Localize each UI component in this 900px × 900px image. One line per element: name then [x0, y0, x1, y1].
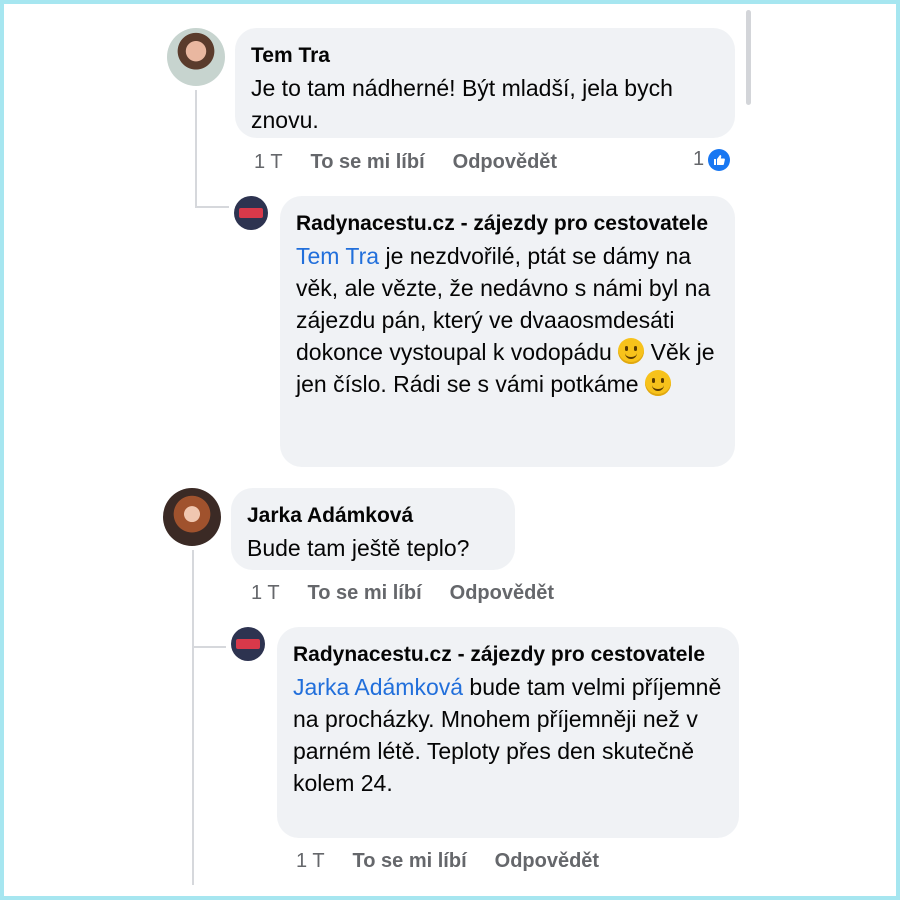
reaction-summary[interactable]: 1 [693, 148, 731, 171]
brand-logo [236, 639, 260, 649]
like-button[interactable]: To se mi líbí [308, 582, 422, 605]
comment-actions: 1 T To se mi líbí Odpovědět [296, 850, 599, 873]
comment-bubble: Tem Tra Je to tam nádherné! Být mladší, … [235, 28, 735, 138]
comment-author[interactable]: Tem Tra [251, 40, 719, 72]
comment-text: Je to tam nádherné! Být mladší, jela byc… [251, 75, 673, 133]
smile-emoji-icon [618, 338, 645, 364]
like-icon [708, 148, 731, 171]
mention-link[interactable]: Tem Tra [296, 243, 379, 269]
comment-time[interactable]: 1 T [296, 850, 325, 873]
thread-line [195, 206, 229, 208]
comment-actions: 1 T To se mi líbí Odpovědět [251, 582, 554, 605]
reply-button[interactable]: Odpovědět [453, 151, 557, 174]
thread-line [195, 90, 197, 208]
comment-bubble: Radynacestu.cz - zájezdy pro cestovatele… [280, 196, 735, 467]
mention-link[interactable]: Jarka Adámková [293, 674, 463, 700]
comment-author[interactable]: Jarka Adámková [247, 500, 499, 532]
comment-bubble: Jarka Adámková Bude tam ještě teplo? [231, 488, 515, 570]
avatar[interactable] [163, 488, 221, 546]
thread-line [192, 646, 226, 648]
comment-bubble: Radynacestu.cz - zájezdy pro cestovatele… [277, 627, 739, 838]
smile-emoji-icon [644, 370, 671, 396]
reaction-count: 1 [693, 148, 705, 170]
comment-author[interactable]: Radynacestu.cz - zájezdy pro cestovatele [296, 208, 719, 240]
like-button[interactable]: To se mi líbí [353, 850, 467, 873]
reply-button[interactable]: Odpovědět [450, 582, 554, 605]
comment-actions: 1 T To se mi líbí Odpovědět [254, 151, 557, 174]
reply-button[interactable]: Odpovědět [495, 850, 599, 873]
page-avatar[interactable] [231, 627, 265, 661]
comment-author[interactable]: Radynacestu.cz - zájezdy pro cestovatele [293, 639, 723, 671]
comment-text: Bude tam ještě teplo? [247, 535, 470, 561]
comment-text: Jarka Adámková bude tam velmi příjemně n… [293, 671, 723, 799]
like-button[interactable]: To se mi líbí [311, 151, 425, 174]
scrollbar[interactable] [746, 10, 751, 105]
avatar[interactable] [167, 28, 225, 86]
page-avatar[interactable] [234, 196, 268, 230]
comment-time[interactable]: 1 T [254, 151, 283, 174]
brand-logo [239, 208, 263, 218]
thread-line [192, 550, 194, 885]
comment-time[interactable]: 1 T [251, 582, 280, 605]
comment-text: Tem Tra je nezdvořilé, ptát se dámy na v… [296, 240, 719, 400]
